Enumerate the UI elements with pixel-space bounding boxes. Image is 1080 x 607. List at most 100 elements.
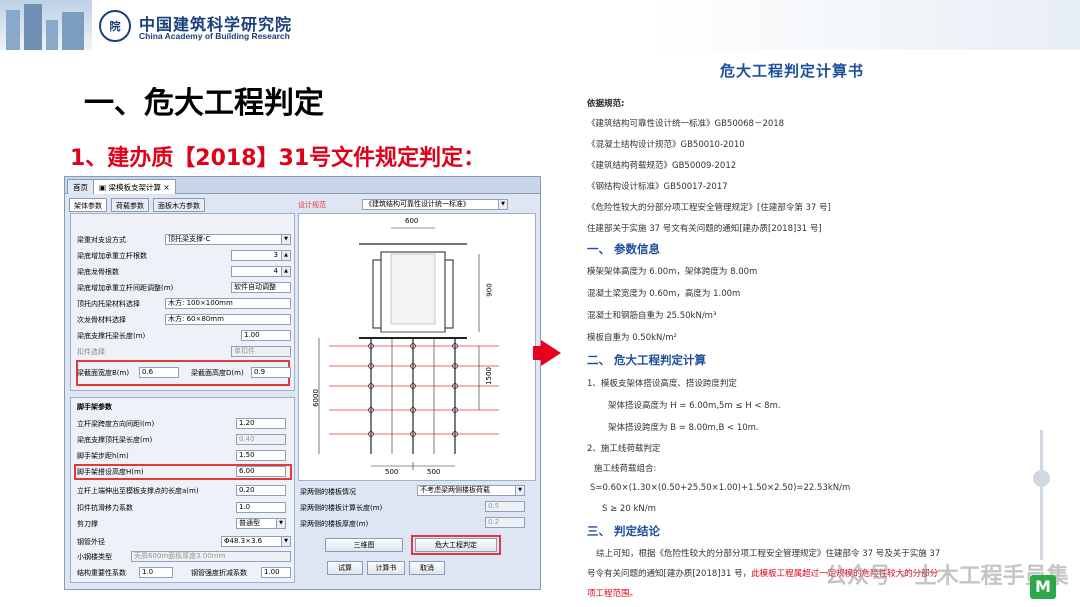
doc-calc: 1、模板支架体搭设高度、搭设跨度判定 [587,379,737,389]
reduction-input[interactable]: 1.00 [261,567,291,578]
judge-button[interactable]: 危大工程判定 [415,538,497,552]
chevron-down-icon: ▼ [498,200,507,209]
calc-book-button[interactable]: 计算书 [367,561,405,575]
tab-beam-calc-label: 梁模板支架计算 [108,183,161,192]
bracing-select[interactable]: 普通型 ▼ [236,518,286,529]
slip-factor-value: 1.0 [239,503,251,511]
importance-input[interactable]: 1.0 [139,567,173,578]
doc-calc: 架体搭设跨度为 B = 8.00m,B < 10m. [608,423,759,433]
chevron-down-icon: ▼ [281,235,290,244]
scaffold-height-value: 6.00 [239,467,255,475]
doc-calc: S ≥ 20 kN/m [602,504,656,514]
beam-width-label: 梁截面宽度B(m) [77,369,130,377]
slip-factor-input[interactable]: 1.0 [236,502,286,513]
slab-condition-value: 不考虑梁两侧楼板荷载 [420,486,490,494]
subtab-frame[interactable]: 架体参数 [69,198,107,212]
spacing-adjust-field[interactable]: 软件自动调整 [231,282,291,293]
doc-basis: 依据规范: [587,99,625,109]
steel-type-value: 壳质600m面板厚度3.00mm [134,552,226,560]
param-label: 脚手架步距h(m) [77,452,129,460]
param-label: 顶托内托梁材料选择 [77,300,140,308]
param-label: 扣件选择 [77,348,105,356]
param-label: 梁底增加承重立杆间距调整(m) [77,284,174,292]
dim-6000-label: 6000 [311,389,320,407]
calc-document: 危大工程判定计算书 依据规范: 《建筑结构可靠性设计统一标准》GB50068－2… [580,55,1050,607]
building-image [0,0,92,50]
dim-1500-label: 1500 [484,367,493,385]
doc-line: 住建部关于实施 37 号文有关问题的通知[建办质[2018]31 号] [587,224,822,234]
dim-500b-label: 500 [427,468,441,476]
section-diagram: 600 900 1500 6000 500 500 [298,213,536,481]
tower-ball-graphic [1033,470,1050,487]
step-distance-value: 1.50 [239,451,255,459]
beam-width-input[interactable]: 0.6 [139,367,179,378]
close-icon[interactable]: × [161,183,169,192]
scaffold-height-input[interactable]: 6.00 [236,466,286,477]
subtab-panel[interactable]: 面板木方参数 [153,198,205,212]
slide-title: 一、危大工程判定 [84,86,324,121]
doc-heading-conclusion: 三、 判定结论 [587,524,661,538]
doc-title: 危大工程判定计算书 [720,62,865,80]
steel-type-select[interactable]: 壳质600m面板厚度3.00mm [131,551,291,562]
pipe-diameter-value: Φ48.3×3.6 [224,537,263,545]
design-spec-value: 《建筑结构可靠性设计统一标准》 [365,200,470,208]
pole-spacing-value: 1.20 [239,419,255,427]
design-spec-select[interactable]: 《建筑结构可靠性设计统一标准》 ▼ [362,199,508,210]
support-mode-select[interactable]: 顶托梁支撑-C ▼ [165,234,291,245]
keel-count-stepper[interactable]: 4 ▲ [231,266,291,277]
scaffold-params-panel: 脚手架参数 立杆梁跨度方向间距l(m) 1.20 梁底支撑顶托梁长度(m) 0.… [70,397,295,583]
doc-calc: 施工线荷载组合: [594,464,657,474]
fastener-select[interactable]: 单扣件 [231,346,291,357]
bracing-value: 普通型 [239,519,260,527]
beam-height-value: 0.9 [254,368,266,376]
param-label: 小钢楼类型 [77,553,112,561]
slab-length-input[interactable]: 0.5 [485,501,525,512]
top-beam-material-value: 木方: 100×100mm [168,299,233,307]
param-label: 立杆梁跨度方向间距l(m) [77,420,155,428]
param-label: 梁底支撑托梁长度(m) [77,332,146,340]
secondary-keel-field[interactable]: 木方: 60×80mm [165,314,291,325]
support-length-value: 1.00 [244,331,260,339]
param-label: 钢管外径 [77,538,105,546]
doc-line: 《建筑结构可靠性设计统一标准》GB50068－2018 [587,119,785,129]
pole-spacing-input[interactable]: 1.20 [236,418,286,429]
trial-calc-button[interactable]: 试算 [327,561,363,575]
3d-view-button[interactable]: 三维图 [325,538,403,552]
slab-thickness-value: 0.2 [488,518,500,526]
extension-length-input[interactable]: 0.20 [236,485,286,496]
stepper-icon: ▲ [281,267,290,276]
param-label: 梁底增加承重立杆根数 [77,252,147,260]
org-name-en: China Academy of Building Research [139,31,290,41]
doc-param: 混凝土和钢筋自重为 25.50kN/m³ [587,311,717,321]
top-beam-length-value: 0.40 [239,435,255,443]
param-label: 梁底龙骨根数 [77,268,119,276]
doc-heading-calc: 二、 危大工程判定计算 [587,353,707,367]
fastener-value: 单扣件 [234,347,255,355]
pipe-diameter-select[interactable]: Φ48.3×3.6 ▼ [221,536,291,547]
pole-count-stepper[interactable]: 3 ▲ [231,250,291,261]
support-length-field[interactable]: 1.00 [241,330,291,341]
slab-thickness-input[interactable]: 0.2 [485,517,525,528]
doc-conclusion-a: 号令有关问题的通知[建办质[2018]31 号， [587,569,752,579]
beam-height-input[interactable]: 0.9 [251,367,291,378]
subtab-load[interactable]: 荷载参数 [111,198,149,212]
spacing-adjust-value: 软件自动调整 [234,283,276,291]
top-beam-material-field[interactable]: 木方: 100×100mm [165,298,291,309]
slab-condition-select[interactable]: 不考虑梁两侧楼板荷载 ▼ [417,485,525,496]
tab-beam-calc[interactable]: ▣ 梁模板支架计算 × [93,179,176,194]
slab-length-value: 0.5 [488,502,500,510]
top-beam-length-input[interactable]: 0.40 [236,434,286,445]
tab-bar: 首页 ▣ 梁模板支架计算 × [65,177,540,194]
doc-param: 模板自重为 0.50kN/m² [587,333,677,343]
slab-length-label: 梁两侧的楼板计算长度(m) [300,504,383,512]
frame-params-panel: 梁重对支设方式 顶托梁支撑-C ▼ 梁底增加承重立杆根数 3 ▲ 梁底龙骨根数 4 ▲… [70,213,295,391]
step-distance-input[interactable]: 1.50 [236,450,286,461]
cancel-button[interactable]: 取消 [409,561,445,575]
tab-home[interactable]: 首页 [67,179,94,194]
reduction-value: 1.00 [264,568,280,576]
dim-900-label: 900 [485,283,494,297]
extension-length-value: 0.20 [239,486,255,494]
param-label: 剪刀撑 [77,520,98,528]
watermark-logo-icon: M [1030,575,1056,599]
doc-param: 模架架体高度为 6.00m，架体跨度为 8.00m [587,267,758,277]
